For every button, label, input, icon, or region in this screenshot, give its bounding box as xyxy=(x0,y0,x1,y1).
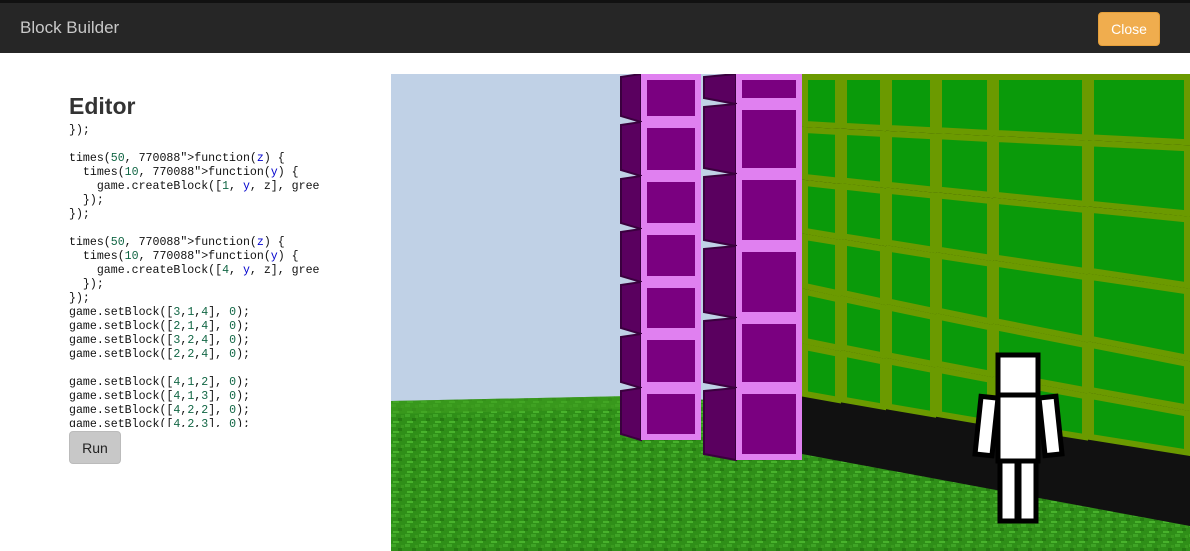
green-block xyxy=(886,303,936,368)
green-block xyxy=(841,350,886,411)
game-viewport[interactable] xyxy=(391,74,1190,551)
purple-block xyxy=(641,229,701,282)
purple-block-side xyxy=(620,74,642,124)
code-line: game.setBlock([3,2,4], 0); xyxy=(69,334,250,347)
code-line: game.setBlock([2,1,4], 0); xyxy=(69,320,250,333)
green-block xyxy=(841,295,886,360)
purple-block-side xyxy=(620,386,642,442)
purple-block-side xyxy=(703,102,737,176)
purple-block xyxy=(641,74,701,122)
code-line: game.setBlock([3,1,4], 0); xyxy=(69,306,250,319)
green-block xyxy=(1088,206,1190,289)
purple-block xyxy=(736,388,802,460)
green-block xyxy=(936,192,993,262)
app-title: Block Builder xyxy=(20,18,120,37)
purple-block-side xyxy=(703,316,737,390)
green-block xyxy=(886,245,936,315)
green-block xyxy=(886,130,936,193)
code-line: times(50, 770088">function(z) { xyxy=(69,152,285,165)
code-line: game.createBlock([4, y, z], gree xyxy=(69,264,320,277)
purple-block-side xyxy=(620,332,642,390)
purple-block xyxy=(736,74,802,104)
code-line: }); xyxy=(69,278,104,291)
top-navbar: Block Builder Close xyxy=(0,0,1190,53)
green-block xyxy=(1088,140,1190,217)
close-button[interactable]: Close xyxy=(1098,12,1160,46)
green-block xyxy=(841,238,886,306)
green-block xyxy=(936,313,993,378)
purple-block-side xyxy=(703,172,737,248)
code-line: }); xyxy=(69,124,90,137)
purple-block-side xyxy=(703,386,737,462)
run-button[interactable]: Run xyxy=(69,431,121,464)
purple-pillar-far xyxy=(620,74,701,442)
purple-block-side xyxy=(703,244,737,320)
green-block xyxy=(886,187,936,254)
code-line: times(10, 770088">function(y) { xyxy=(69,250,299,263)
purple-block xyxy=(736,104,802,174)
code-line: game.createBlock([1, y, z], gree xyxy=(69,180,320,193)
green-block xyxy=(802,126,841,185)
green-block xyxy=(936,133,993,199)
code-line: times(50, 770088">function(z) { xyxy=(69,236,285,249)
green-block xyxy=(993,135,1088,208)
green-block xyxy=(886,74,936,134)
purple-block-side xyxy=(620,174,642,231)
code-line: game.setBlock([4,2,2], 0); xyxy=(69,404,250,417)
green-block xyxy=(886,357,936,418)
purple-block xyxy=(641,282,701,334)
code-line: game.setBlock([4,2,3], 0); xyxy=(69,418,250,427)
green-block xyxy=(993,197,1088,275)
purple-block xyxy=(641,122,701,176)
purple-block-side xyxy=(620,120,642,178)
purple-block xyxy=(736,318,802,388)
purple-block-side xyxy=(620,280,642,336)
purple-block xyxy=(736,246,802,318)
code-line: game.setBlock([2,2,4], 0); xyxy=(69,348,250,361)
green-block xyxy=(841,128,886,189)
green-block xyxy=(936,74,993,137)
green-block xyxy=(993,74,1088,141)
purple-block xyxy=(641,176,701,229)
green-block xyxy=(802,179,841,240)
purple-block xyxy=(736,174,802,246)
green-block xyxy=(936,252,993,326)
code-line: times(10, 770088">function(y) { xyxy=(69,166,299,179)
code-line: }); xyxy=(69,208,90,221)
editor-heading: Editor xyxy=(69,93,136,119)
code-editor[interactable]: }); times(50, 770088">function(z) { time… xyxy=(69,124,369,427)
purple-block-side xyxy=(703,74,737,106)
purple-pillar-near xyxy=(703,74,802,462)
code-line: }); xyxy=(69,292,90,305)
purple-block xyxy=(641,388,701,440)
green-block xyxy=(841,74,886,132)
code-line: game.setBlock([4,1,2], 0); xyxy=(69,376,250,389)
purple-block xyxy=(641,334,701,388)
green-block xyxy=(1088,74,1190,146)
green-block xyxy=(802,343,841,404)
green-block xyxy=(802,233,841,297)
code-line: game.setBlock([4,1,3], 0); xyxy=(69,390,250,403)
code-line: }); xyxy=(69,194,104,207)
purple-block-side xyxy=(620,227,642,284)
green-block xyxy=(802,288,841,352)
green-block xyxy=(841,183,886,247)
green-block xyxy=(802,74,841,130)
